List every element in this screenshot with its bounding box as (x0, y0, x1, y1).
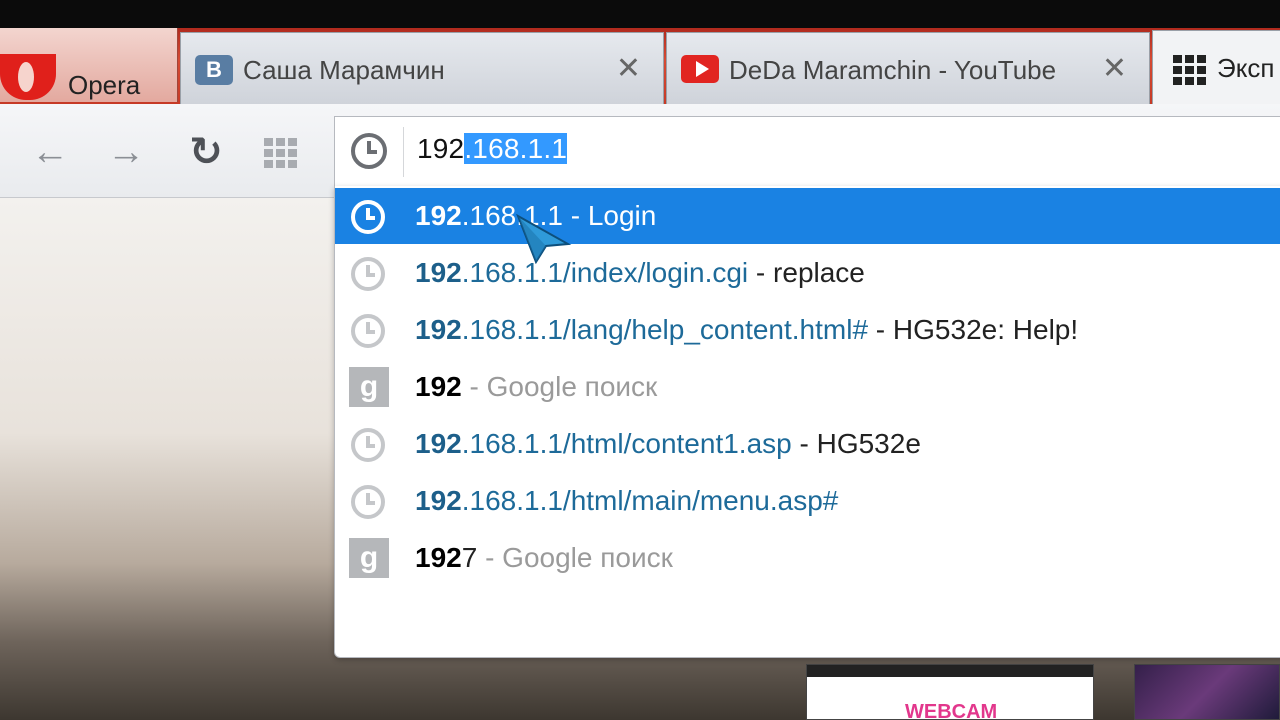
suggestion-item[interactable]: g 192 - Google поиск (335, 359, 1280, 415)
tab-title: Саша Марамчин (243, 55, 445, 85)
suggestion-item[interactable]: 192.168.1.1/index/login.cgi - replace (335, 245, 1280, 301)
suggestion-item[interactable]: 192.168.1.1/lang/help_content.html# - HG… (335, 302, 1280, 358)
opera-menu-button[interactable]: Opera (0, 28, 178, 102)
address-bar[interactable]: 192.168.1.1 (334, 116, 1280, 186)
tab-title: DeDa Maramchin - YouTube (729, 55, 1057, 85)
mouse-cursor-icon (516, 214, 572, 264)
google-search-icon: g (349, 367, 389, 407)
tab-speed-dial[interactable]: Эксп (1152, 30, 1280, 104)
suggestion-item[interactable]: 192.168.1.1/html/content1.asp - HG532e (335, 416, 1280, 472)
suggestion-item[interactable]: 192.168.1.1/html/main/menu.asp# (335, 473, 1280, 529)
tab-vk[interactable]: B Саша Марамчин ✕ (180, 32, 664, 104)
speed-dial-thumbnail[interactable] (1134, 664, 1280, 720)
google-search-icon: g (349, 538, 389, 578)
suggestion-item[interactable]: g 1927 - Google поиск (335, 530, 1280, 586)
opera-logo-icon (0, 54, 56, 100)
speed-dial-icon (1173, 55, 1207, 85)
forward-button[interactable]: → (104, 130, 148, 174)
opera-menu-label: Opera (68, 70, 141, 100)
history-clock-icon (351, 485, 385, 519)
suggestion-dropdown: 192.168.1.1 - Login 192.168.1.1/index/lo… (334, 186, 1280, 658)
reload-button[interactable]: ↻ (184, 130, 228, 174)
autocomplete-selection: .168.1.1 (464, 133, 568, 164)
close-icon[interactable]: ✕ (1102, 51, 1127, 86)
history-clock-icon (351, 200, 385, 234)
suggestion-item[interactable]: 192.168.1.1 - Login (335, 188, 1280, 244)
youtube-icon (681, 55, 719, 83)
typed-text: 192 (417, 133, 465, 164)
history-clock-icon (351, 428, 385, 462)
history-clock-icon (351, 314, 385, 348)
back-button[interactable]: ← (28, 130, 72, 174)
divider (403, 127, 404, 177)
tab-title: Эксп (1217, 53, 1275, 83)
speed-dial-thumbnail[interactable]: WEBCAM (806, 664, 1094, 720)
speed-dial-button[interactable] (264, 138, 297, 168)
address-input[interactable]: 192.168.1.1 (417, 133, 568, 165)
vk-icon: B (195, 55, 233, 85)
history-clock-icon (351, 257, 385, 291)
close-icon[interactable]: ✕ (616, 51, 641, 86)
history-clock-icon (351, 133, 387, 169)
tab-youtube[interactable]: DeDa Maramchin - YouTube ✕ (666, 32, 1150, 104)
thumbnail-label: WEBCAM (905, 701, 998, 720)
